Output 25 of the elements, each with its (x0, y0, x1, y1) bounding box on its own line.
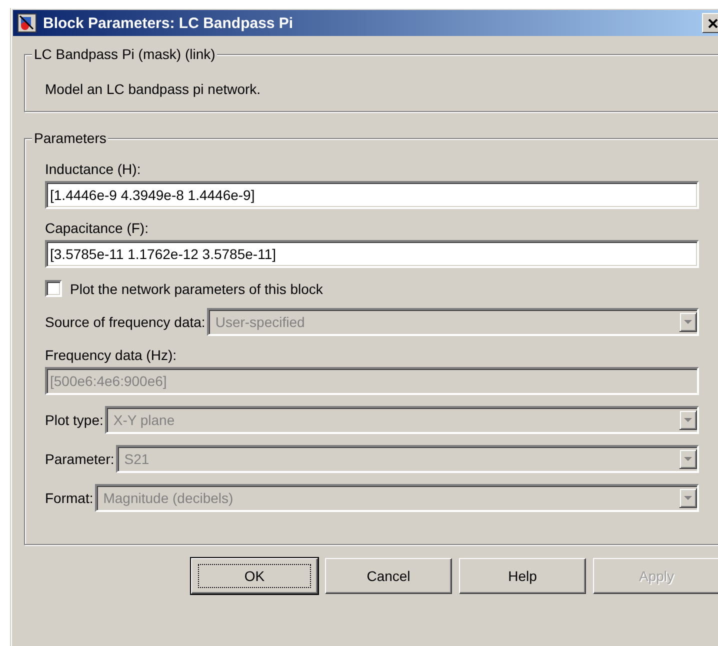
text-field[interactable]: [3.5785e-11 1.1762e-12 3.5785e-11] (45, 240, 699, 268)
group-legend: Parameters (32, 130, 108, 146)
close-icon (708, 18, 718, 28)
description-text: Model an LC bandpass pi network. (45, 80, 262, 99)
group-legend: LC Bandpass Pi (mask) (link) (32, 46, 218, 62)
dropdown-arrow-icon (684, 457, 692, 461)
window-title: Block Parameters: LC Bandpass Pi (43, 14, 294, 32)
close-button[interactable] (702, 13, 718, 33)
text-field[interactable]: [1.4446e-9 4.3949e-8 1.4446e-9] (45, 181, 699, 209)
dialog-button[interactable]: OK (191, 558, 318, 594)
field-label: Inductance (H): (45, 161, 142, 177)
dropdown-arrow-icon (684, 320, 692, 324)
dialog-button[interactable]: Help (459, 558, 586, 594)
checkbox[interactable] (45, 280, 62, 297)
dropdown-arrow-icon (684, 418, 692, 422)
checkbox-label: Plot the network parameters of this block (70, 280, 323, 296)
app-icon (17, 13, 37, 33)
dropdown-arrow-icon (684, 496, 692, 500)
field-label: Plot type: (45, 412, 104, 428)
dialog-button[interactable]: Cancel (325, 558, 452, 594)
field-label: Capacitance (F): (45, 220, 150, 236)
field-label: Format: (45, 490, 94, 506)
field-label: Source of frequency data: (45, 314, 206, 330)
field-label: Parameter: (45, 451, 114, 467)
field-label: Frequency data (Hz): (45, 347, 178, 363)
